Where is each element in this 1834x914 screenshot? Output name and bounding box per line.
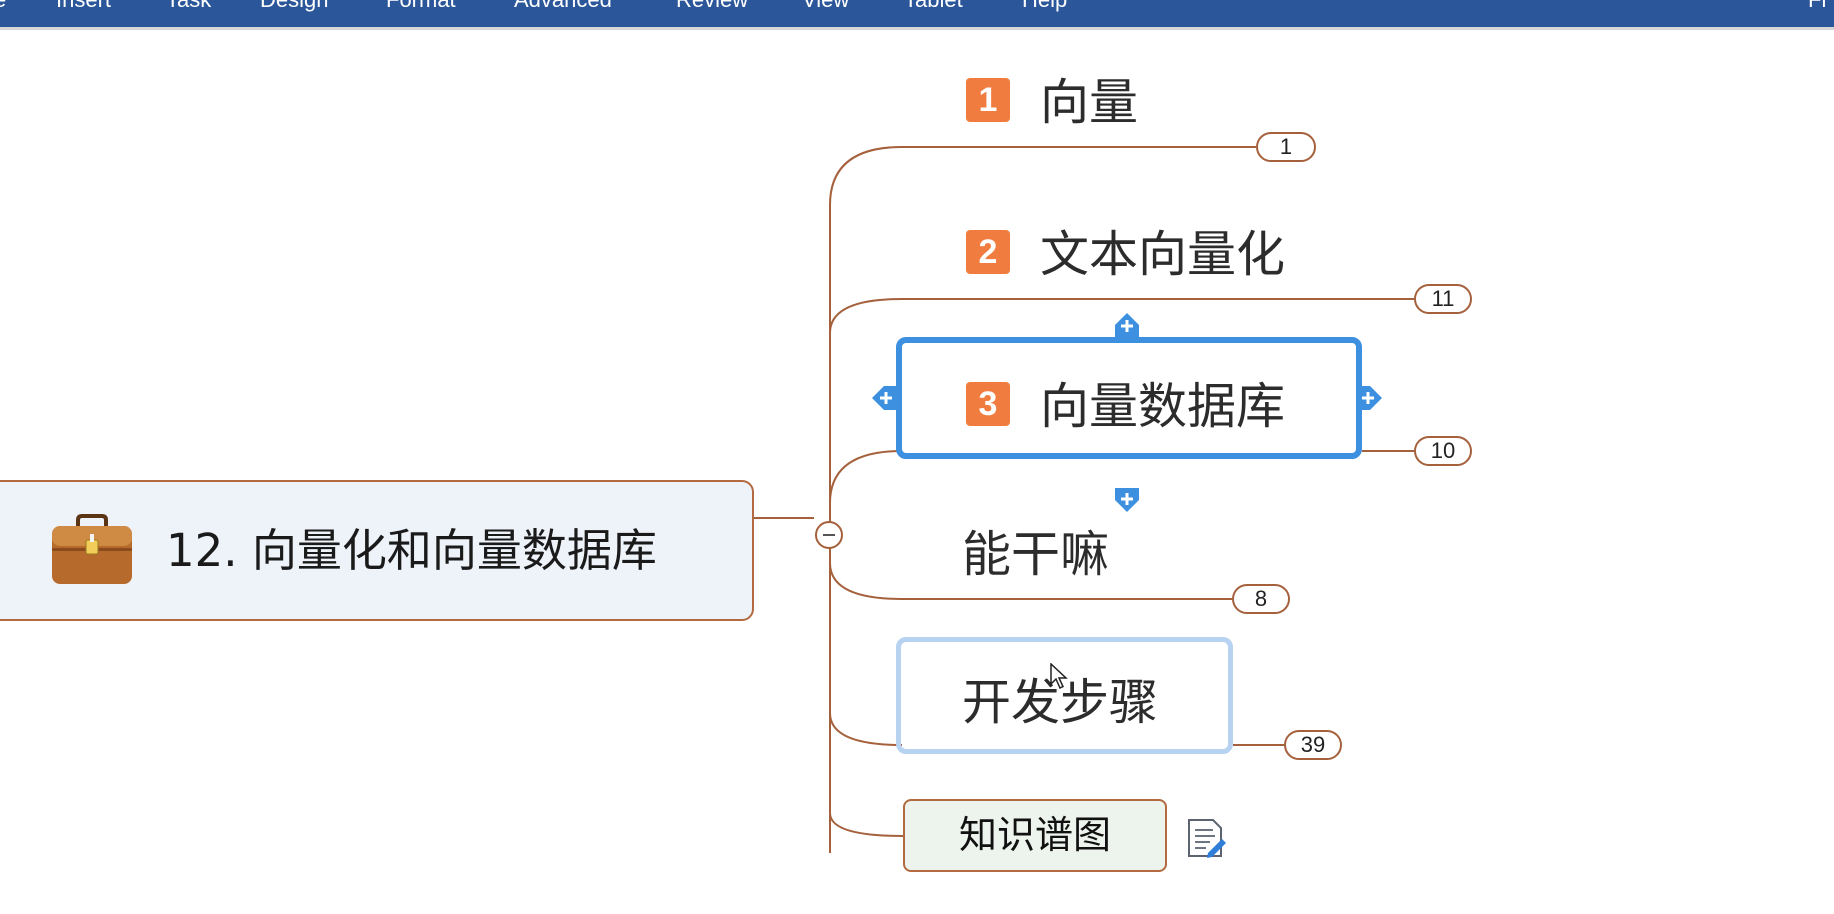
menu-review[interactable]: Review <box>676 0 748 11</box>
menu-view[interactable]: View <box>802 0 849 11</box>
menu-file[interactable]: e <box>0 0 6 11</box>
topic-vector-database[interactable]: 向量数据库 <box>1040 367 1285 438</box>
child-count-badge[interactable]: 39 <box>1284 730 1342 760</box>
child-count-badge[interactable]: 8 <box>1232 584 1290 614</box>
menu-bar: e Insert Task Design Format Advanced Rev… <box>0 0 1834 30</box>
menu-help[interactable]: Help <box>1022 0 1067 11</box>
topic-what-can-it-do[interactable]: 能干嘛 <box>962 515 1109 586</box>
mindmap-canvas[interactable]: 12. 向量化和向量数据库 1 向量 1 2 文本向量化 11 3 向量数据库 … <box>0 33 1834 914</box>
child-count-badge[interactable]: 1 <box>1256 132 1316 162</box>
central-topic-title: 12. 向量化和向量数据库 <box>166 524 657 577</box>
collapse-toggle-icon[interactable] <box>814 520 844 550</box>
priority-1-icon[interactable]: 1 <box>966 78 1010 122</box>
menu-format[interactable]: Format <box>386 0 456 11</box>
topic-knowledge-graph[interactable]: 知识谱图 <box>903 799 1167 872</box>
topic-vector[interactable]: 向量 <box>1040 63 1138 134</box>
note-icon[interactable] <box>1186 817 1226 859</box>
menu-insert[interactable]: Insert <box>56 0 111 11</box>
topic-text-vectorization[interactable]: 文本向量化 <box>1040 215 1285 286</box>
add-topic-right-icon[interactable] <box>1358 386 1382 410</box>
add-topic-left-icon[interactable] <box>872 386 896 410</box>
branch-connectors <box>754 146 1414 853</box>
child-count-badge[interactable]: 11 <box>1414 284 1472 314</box>
briefcase-icon <box>52 514 132 584</box>
menu-design[interactable]: Design <box>260 0 328 11</box>
priority-2-icon[interactable]: 2 <box>966 230 1010 274</box>
add-topic-bottom-icon[interactable] <box>1115 488 1139 512</box>
menu-advanced[interactable]: Advanced <box>514 0 612 11</box>
central-topic[interactable]: 12. 向量化和向量数据库 <box>0 480 754 621</box>
add-topic-top-icon[interactable] <box>1115 313 1139 337</box>
menu-right-item[interactable]: Fi <box>1808 0 1826 11</box>
child-count-badge[interactable]: 10 <box>1414 436 1472 466</box>
priority-3-icon[interactable]: 3 <box>966 382 1010 426</box>
menu-tablet[interactable]: Tablet <box>904 0 963 11</box>
mouse-cursor-icon <box>1050 663 1068 690</box>
menu-task[interactable]: Task <box>166 0 211 11</box>
